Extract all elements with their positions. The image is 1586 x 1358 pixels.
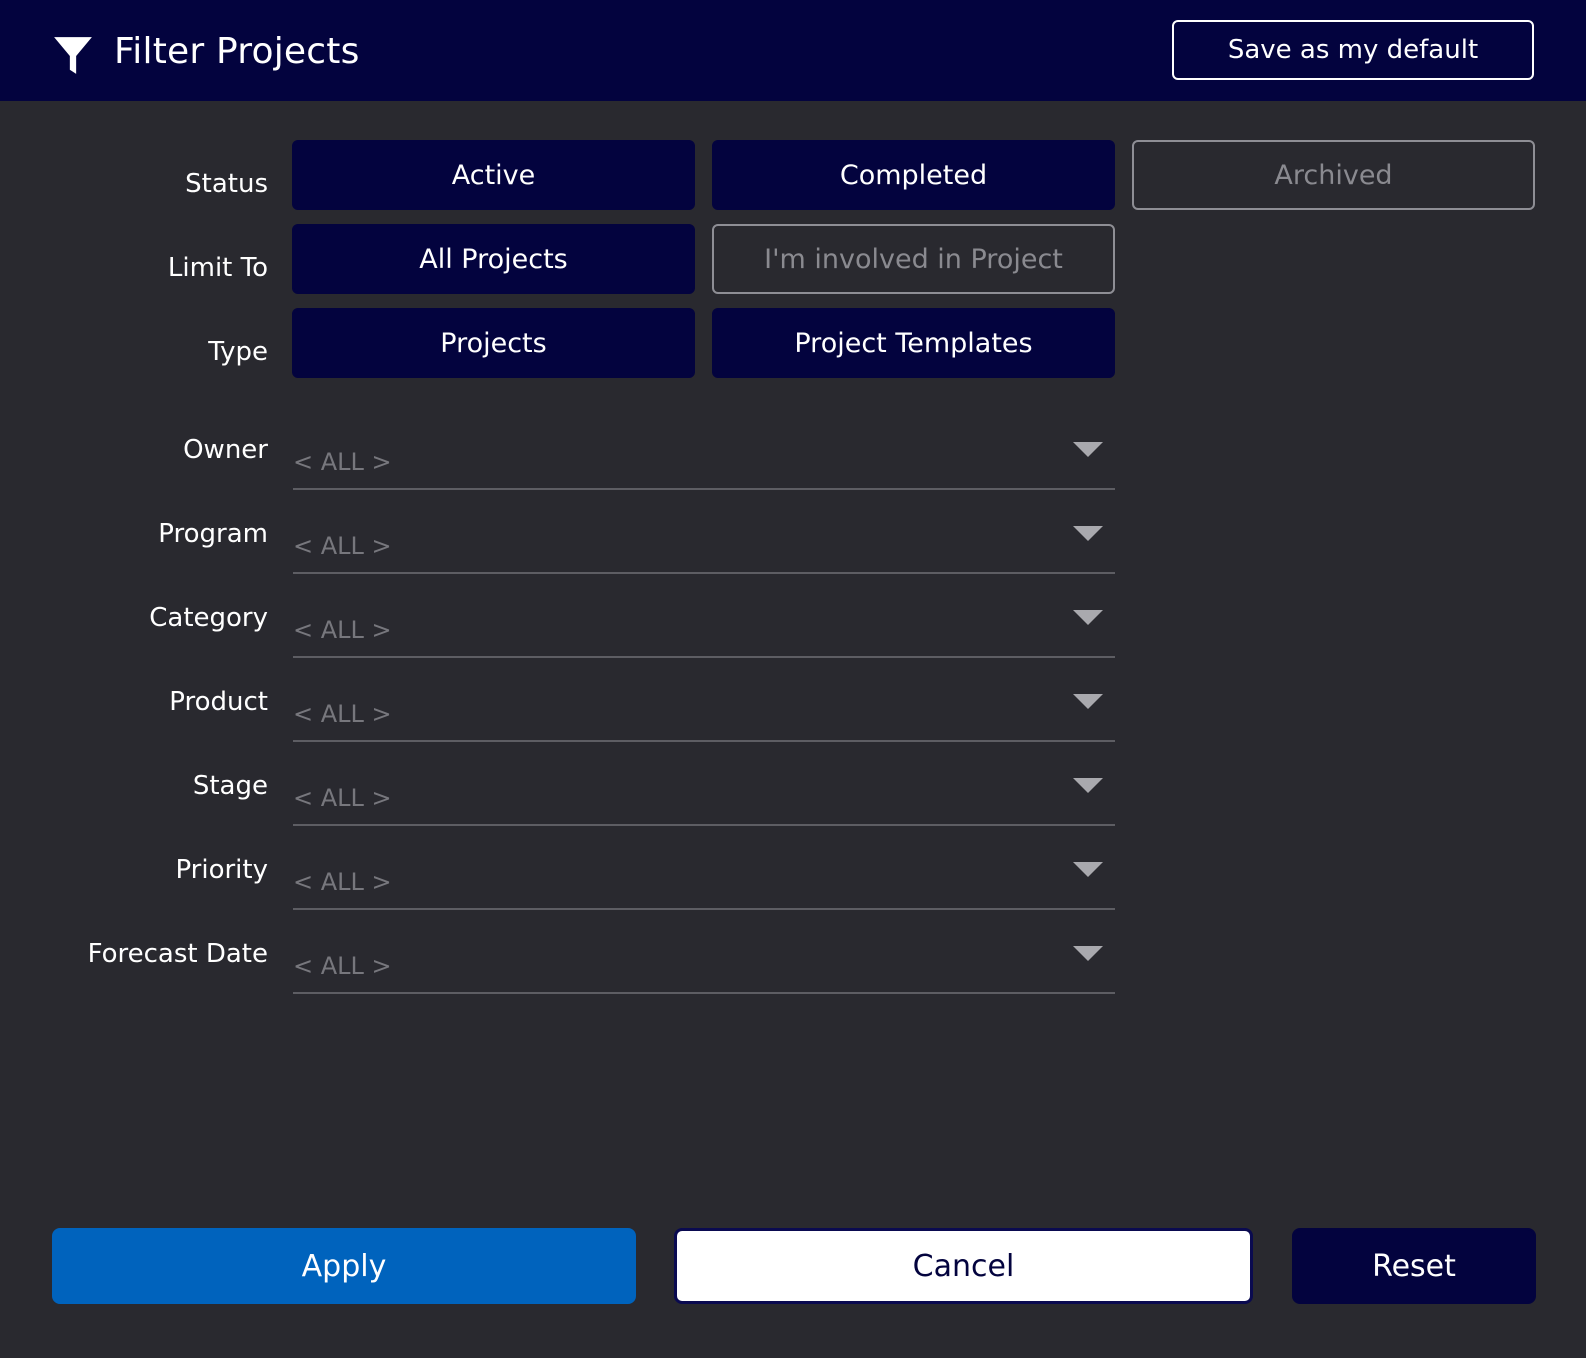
limit-all-projects-toggle[interactable]: All Projects <box>292 224 695 294</box>
cancel-button[interactable]: Cancel <box>674 1228 1253 1304</box>
caret-down-icon[interactable] <box>1073 862 1103 877</box>
apply-button[interactable]: Apply <box>52 1228 636 1304</box>
forecast-date-dropdown[interactable]: < ALL > <box>293 920 1115 994</box>
limit-involved-toggle[interactable]: I'm involved in Project <box>712 224 1115 294</box>
program-dropdown-value: < ALL > <box>293 532 392 560</box>
limit-to-label: Limit To <box>167 253 268 283</box>
owner-dropdown-value: < ALL > <box>293 448 392 476</box>
type-projects-toggle[interactable]: Projects <box>292 308 695 378</box>
caret-down-icon[interactable] <box>1073 778 1103 793</box>
caret-down-icon[interactable] <box>1073 694 1103 709</box>
program-dropdown[interactable]: < ALL > <box>293 500 1115 574</box>
priority-dropdown[interactable]: < ALL > <box>293 836 1115 910</box>
priority-dropdown-value: < ALL > <box>293 868 392 896</box>
owner-label: Owner <box>183 435 268 465</box>
caret-down-icon[interactable] <box>1073 442 1103 457</box>
caret-down-icon[interactable] <box>1073 526 1103 541</box>
dialog-header: Filter Projects Save as my default <box>0 0 1586 101</box>
reset-button[interactable]: Reset <box>1292 1228 1536 1304</box>
filter-projects-dialog: Filter Projects Save as my default Statu… <box>0 0 1586 1358</box>
caret-down-icon[interactable] <box>1073 610 1103 625</box>
category-label: Category <box>149 603 268 633</box>
product-label: Product <box>169 687 268 717</box>
status-completed-toggle[interactable]: Completed <box>712 140 1115 210</box>
forecast-date-dropdown-value: < ALL > <box>293 952 392 980</box>
program-label: Program <box>158 519 268 549</box>
type-project-templates-toggle[interactable]: Project Templates <box>712 308 1115 378</box>
product-dropdown-value: < ALL > <box>293 700 392 728</box>
save-as-default-button[interactable]: Save as my default <box>1172 20 1534 80</box>
owner-dropdown[interactable]: < ALL > <box>293 416 1115 490</box>
stage-label: Stage <box>192 771 268 801</box>
stage-dropdown[interactable]: < ALL > <box>293 752 1115 826</box>
product-dropdown[interactable]: < ALL > <box>293 668 1115 742</box>
forecast-date-label: Forecast Date <box>87 939 268 969</box>
status-archived-toggle[interactable]: Archived <box>1132 140 1535 210</box>
status-label: Status <box>185 169 268 199</box>
caret-down-icon[interactable] <box>1073 946 1103 961</box>
funnel-icon <box>54 37 92 74</box>
category-dropdown-value: < ALL > <box>293 616 392 644</box>
stage-dropdown-value: < ALL > <box>293 784 392 812</box>
dialog-title: Filter Projects <box>114 31 360 72</box>
type-label: Type <box>208 337 268 367</box>
status-active-toggle[interactable]: Active <box>292 140 695 210</box>
category-dropdown[interactable]: < ALL > <box>293 584 1115 658</box>
priority-label: Priority <box>175 855 268 885</box>
